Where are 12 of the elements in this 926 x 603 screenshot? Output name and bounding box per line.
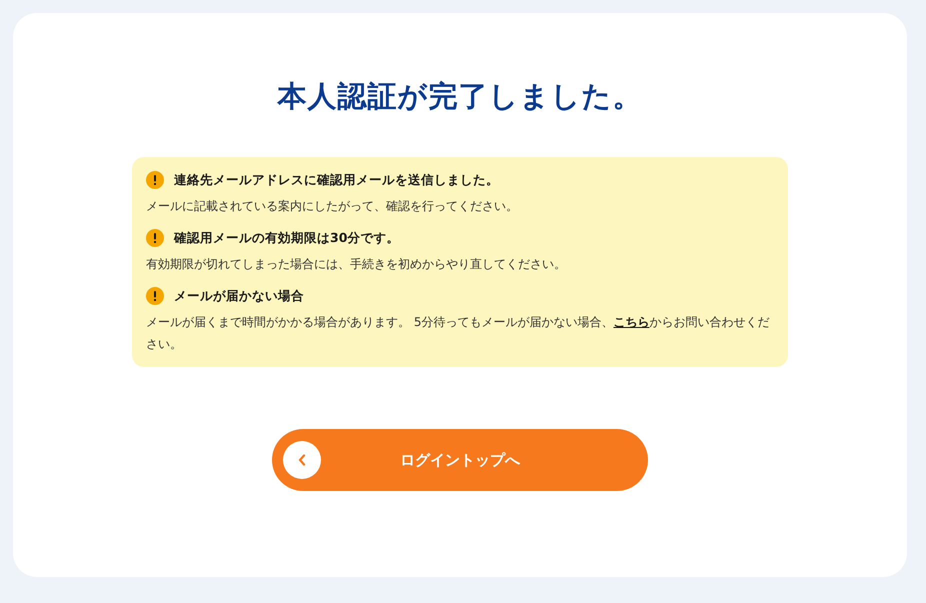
- warning-icon: [146, 287, 164, 305]
- warning-icon: [146, 171, 164, 189]
- notice-text: 有効期限が切れてしまった場合には、手続きを初めからやり直してください。: [146, 256, 567, 273]
- back-chevron-icon: [298, 454, 306, 466]
- contact-link[interactable]: こちら: [613, 315, 650, 329]
- notice-heading: 確認用メールの有効期限は30分です。: [174, 230, 400, 246]
- page-title: 本人認証が完了しました。: [278, 78, 642, 115]
- notice-heading: メールが届かない場合: [174, 288, 304, 304]
- notice-text: メールが届くまで時間がかかる場合があります。 5分待ってもメールが届かない場合、こちらからお問い合わせください。: [146, 314, 770, 353]
- notice-heading: 連絡先メールアドレスに確認用メールを送信しました。: [174, 172, 499, 188]
- notice-text: メールに記載されている案内にしたがって、確認を行ってください。: [146, 198, 519, 215]
- warning-icon: [146, 229, 164, 247]
